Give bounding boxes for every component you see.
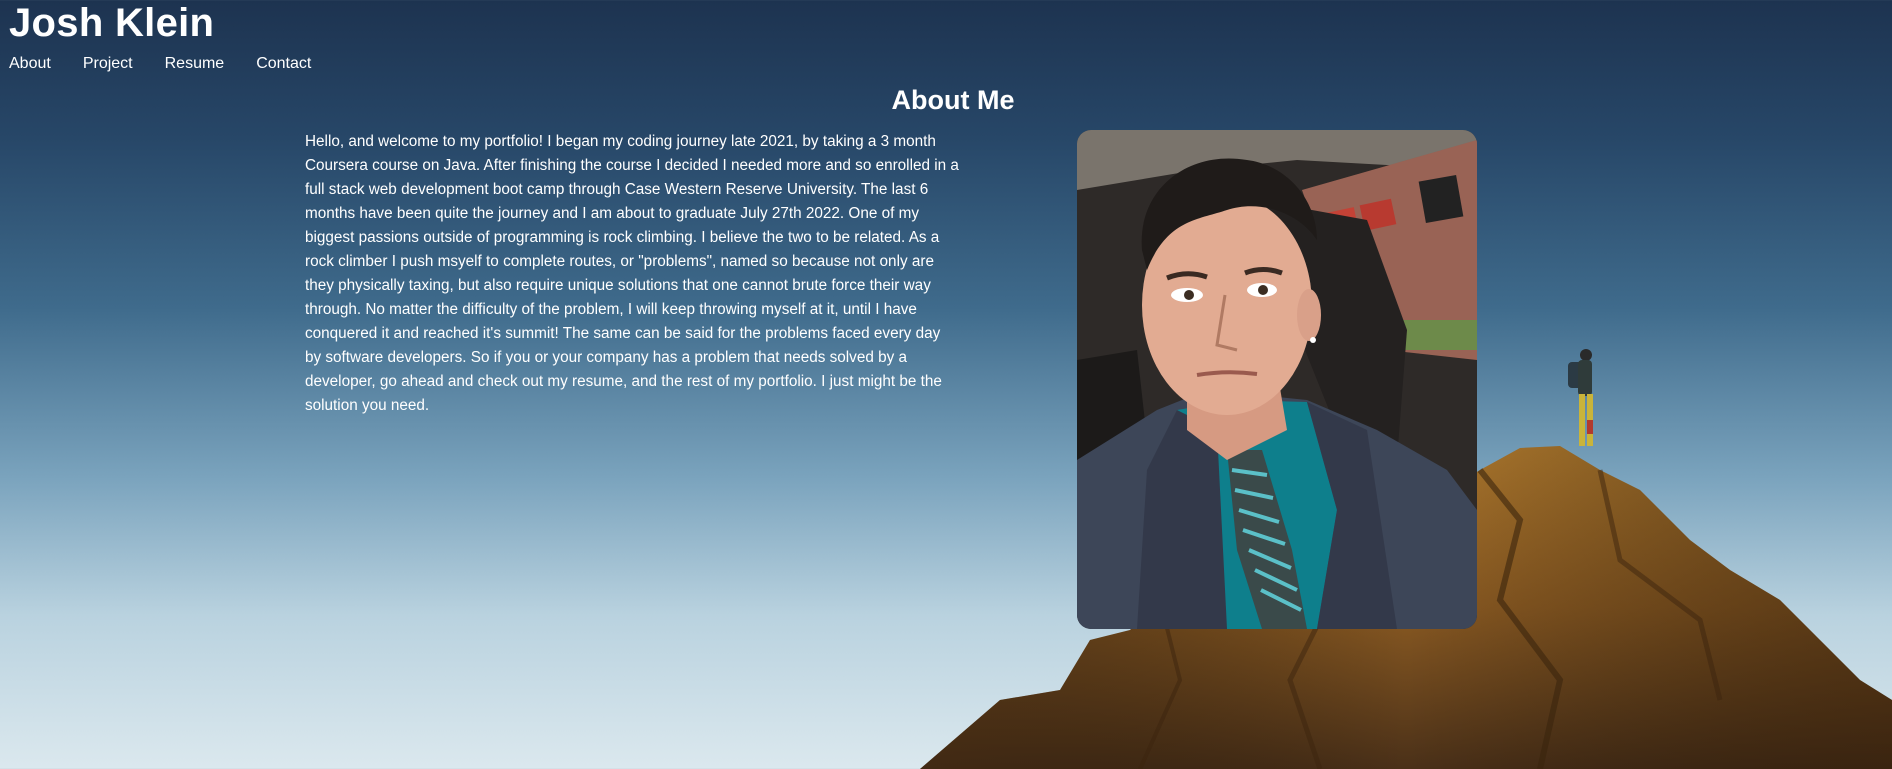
- nav-resume-link[interactable]: Resume: [165, 54, 225, 74]
- about-paragraph: Hello, and welcome to my portfolio! I be…: [305, 133, 959, 414]
- about-heading: About Me: [891, 85, 1015, 115]
- profile-photo: [1077, 130, 1477, 629]
- nav-project-link[interactable]: Project: [83, 54, 133, 74]
- portrait-photo-icon: [1077, 130, 1477, 629]
- site-header: Josh Klein About Project Resume Contact: [9, 0, 311, 74]
- nav-contact-link[interactable]: Contact: [256, 54, 311, 74]
- climber-figure: [1568, 349, 1593, 446]
- main-nav: About Project Resume Contact: [9, 54, 311, 74]
- nav-about-link[interactable]: About: [9, 54, 51, 74]
- site-title: Josh Klein: [9, 1, 215, 45]
